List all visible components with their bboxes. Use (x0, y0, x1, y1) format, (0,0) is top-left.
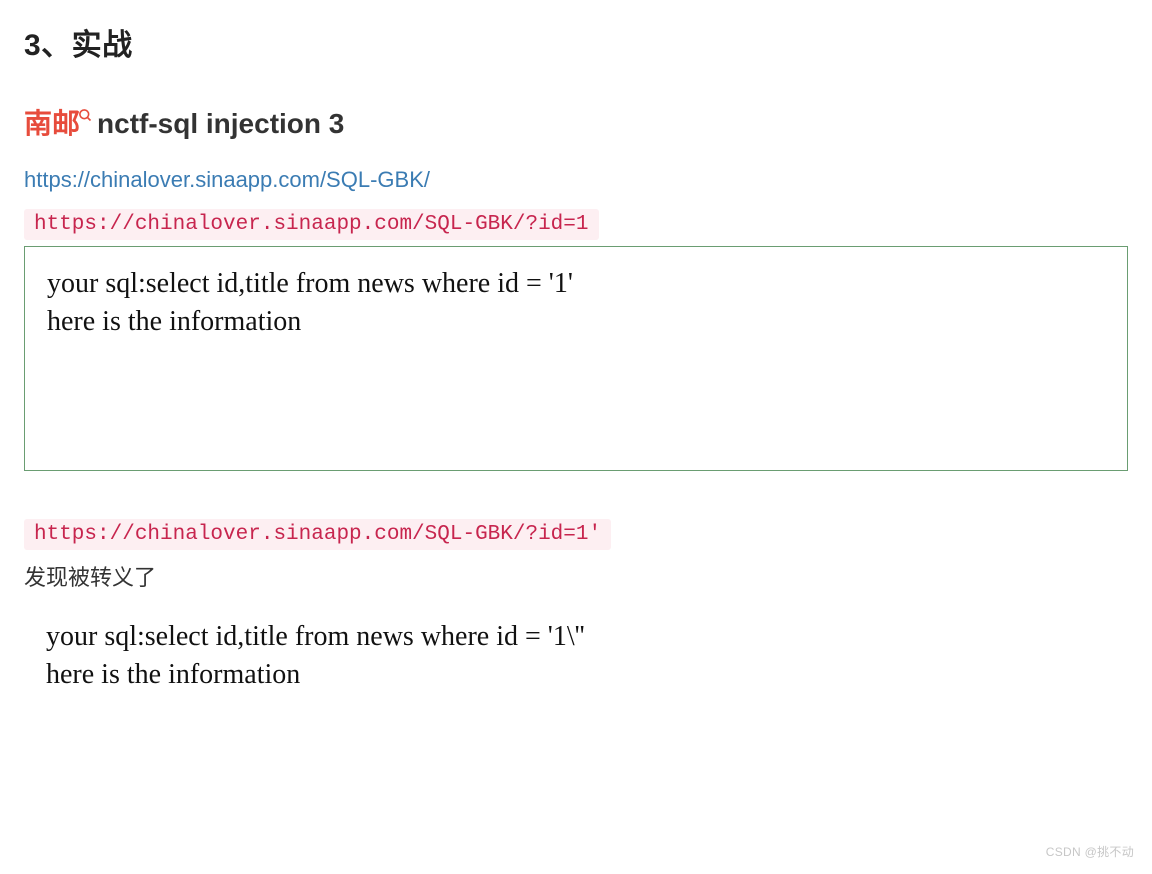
watermark: CSDN @挑不动 (1046, 843, 1134, 860)
output-line: your sql:select id,title from news where… (46, 618, 1126, 656)
subsection-heading: 南邮 nctf-sql injection 3 (24, 104, 1128, 143)
section-heading: 3、实战 (24, 20, 1128, 64)
code-snippet-1: https://chinalover.sinaapp.com/SQL-GBK/?… (24, 209, 599, 240)
output-line: your sql:select id,title from news where… (47, 265, 1105, 303)
output-line: here is the information (46, 656, 1126, 694)
url-link[interactable]: https://chinalover.sinaapp.com/SQL-GBK/ (24, 167, 1128, 193)
output-line: here is the information (47, 303, 1105, 341)
body-text: 发现被转义了 (24, 560, 1128, 592)
heading-rest: nctf-sql injection 3 (97, 108, 344, 139)
heading-highlight: 南邮 (24, 108, 80, 139)
output-box-2: your sql:select id,title from news where… (24, 604, 1128, 694)
output-box-1: your sql:select id,title from news where… (24, 246, 1128, 471)
code-snippet-2: https://chinalover.sinaapp.com/SQL-GBK/?… (24, 519, 611, 550)
search-icon (78, 108, 93, 130)
